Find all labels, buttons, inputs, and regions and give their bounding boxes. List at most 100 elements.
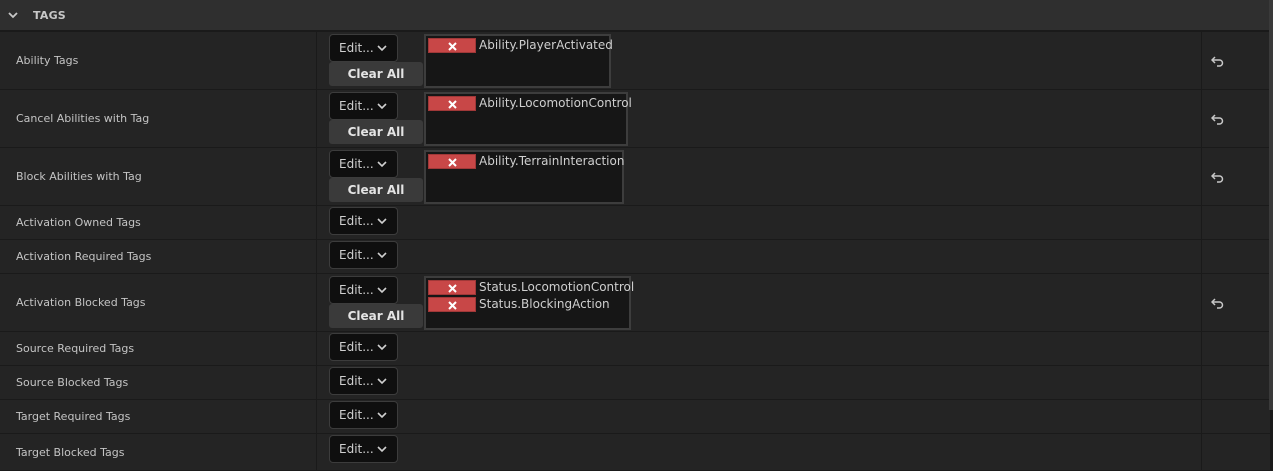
property-row: Activation Blocked Tags Edit... Clear All S… bbox=[0, 274, 1270, 332]
column-divider bbox=[1201, 332, 1202, 365]
close-icon bbox=[448, 301, 457, 310]
column-divider bbox=[316, 148, 317, 205]
clear-all-button[interactable]: Clear All bbox=[329, 178, 423, 202]
edit-tags-dropdown[interactable]: Edit... bbox=[329, 333, 398, 361]
edit-tags-dropdown[interactable]: Edit... bbox=[329, 207, 398, 235]
column-divider bbox=[316, 332, 317, 365]
tag-container: Status.LocomotionControl Status.BlockingA… bbox=[424, 276, 634, 330]
edit-dropdown-label: Edit... bbox=[339, 157, 374, 171]
column-divider bbox=[316, 206, 317, 239]
tag-name: Ability.PlayerActivated bbox=[479, 38, 613, 52]
clear-all-button[interactable]: Clear All bbox=[329, 62, 423, 86]
column-divider bbox=[1201, 206, 1202, 239]
column-divider bbox=[316, 434, 317, 470]
edit-tags-dropdown[interactable]: Edit... bbox=[329, 150, 398, 178]
edit-dropdown-label: Edit... bbox=[339, 214, 374, 228]
property-label: Activation Owned Tags bbox=[16, 216, 141, 229]
property-label: Activation Blocked Tags bbox=[16, 296, 146, 309]
column-divider bbox=[1201, 434, 1202, 470]
tag-item: Ability.LocomotionControl bbox=[428, 96, 632, 113]
column-divider bbox=[316, 90, 317, 147]
close-icon bbox=[448, 42, 457, 51]
chevron-down-icon bbox=[377, 45, 387, 52]
edit-tags-dropdown[interactable]: Edit... bbox=[329, 435, 398, 463]
chevron-down-icon bbox=[377, 287, 387, 294]
property-row: Target Blocked Tags Edit... bbox=[0, 434, 1270, 471]
chevron-down-icon bbox=[377, 218, 387, 225]
tag-name: Status.LocomotionControl bbox=[479, 280, 635, 294]
chevron-down-icon bbox=[377, 252, 387, 259]
column-divider bbox=[1201, 400, 1202, 433]
remove-tag-button[interactable] bbox=[428, 38, 476, 53]
remove-tag-button[interactable] bbox=[428, 280, 476, 295]
reset-arrow-icon[interactable] bbox=[1211, 113, 1225, 125]
edit-tags-dropdown[interactable]: Edit... bbox=[329, 241, 398, 269]
edit-dropdown-label: Edit... bbox=[339, 442, 374, 456]
reset-arrow-icon[interactable] bbox=[1211, 171, 1225, 183]
chevron-down-icon bbox=[377, 344, 387, 351]
tag-item: Status.LocomotionControl bbox=[428, 280, 634, 297]
edit-dropdown-label: Edit... bbox=[339, 41, 374, 55]
clear-all-button[interactable]: Clear All bbox=[329, 304, 423, 328]
property-row: Ability Tags Edit... Clear All Ability.Play… bbox=[0, 32, 1270, 90]
property-label: Source Blocked Tags bbox=[16, 376, 129, 389]
property-row: Target Required Tags Edit... bbox=[0, 400, 1270, 434]
section-header-tags[interactable]: TAGS bbox=[0, 0, 1273, 31]
property-label: Block Abilities with Tag bbox=[16, 170, 142, 183]
property-row: Activation Required Tags Edit... bbox=[0, 240, 1270, 274]
edit-dropdown-label: Edit... bbox=[339, 99, 374, 113]
edit-dropdown-label: Edit... bbox=[339, 374, 374, 388]
edit-tags-dropdown[interactable]: Edit... bbox=[329, 276, 398, 304]
remove-tag-button[interactable] bbox=[428, 96, 476, 111]
reset-arrow-icon[interactable] bbox=[1211, 55, 1225, 67]
clear-all-button[interactable]: Clear All bbox=[329, 120, 423, 144]
chevron-down-icon bbox=[377, 103, 387, 110]
property-row: Block Abilities with Tag Edit... Clear All… bbox=[0, 148, 1270, 206]
close-icon bbox=[448, 100, 457, 109]
column-divider bbox=[316, 32, 317, 89]
edit-tags-dropdown[interactable]: Edit... bbox=[329, 34, 398, 62]
tag-container: Ability.PlayerActivated bbox=[424, 34, 613, 88]
column-divider bbox=[1201, 90, 1202, 147]
property-row: Source Blocked Tags Edit... bbox=[0, 366, 1270, 400]
reset-arrow-icon[interactable] bbox=[1211, 297, 1225, 309]
column-divider bbox=[1201, 366, 1202, 399]
column-divider bbox=[316, 274, 317, 331]
edit-tags-dropdown[interactable]: Edit... bbox=[329, 367, 398, 395]
edit-tags-dropdown[interactable]: Edit... bbox=[329, 92, 398, 120]
edit-dropdown-label: Edit... bbox=[339, 340, 374, 354]
chevron-down-icon[interactable] bbox=[7, 9, 19, 21]
section-title: TAGS bbox=[33, 9, 66, 22]
edit-dropdown-label: Edit... bbox=[339, 408, 374, 422]
tag-name: Status.BlockingAction bbox=[479, 297, 610, 311]
column-divider bbox=[316, 400, 317, 433]
edit-dropdown-label: Edit... bbox=[339, 283, 374, 297]
tag-item: Ability.PlayerActivated bbox=[428, 38, 613, 55]
tag-name: Ability.TerrainInteraction bbox=[479, 154, 625, 168]
column-divider bbox=[1201, 32, 1202, 89]
column-divider bbox=[1201, 148, 1202, 205]
remove-tag-button[interactable] bbox=[428, 154, 476, 169]
chevron-down-icon bbox=[377, 446, 387, 453]
tag-item: Ability.TerrainInteraction bbox=[428, 154, 624, 171]
property-label: Target Required Tags bbox=[16, 410, 131, 423]
property-row: Source Required Tags Edit... bbox=[0, 332, 1270, 366]
column-divider bbox=[316, 240, 317, 273]
chevron-down-icon bbox=[377, 412, 387, 419]
tag-container: Ability.LocomotionControl bbox=[424, 92, 632, 146]
tag-name: Ability.LocomotionControl bbox=[479, 96, 632, 110]
property-label: Source Required Tags bbox=[16, 342, 135, 355]
property-label: Target Blocked Tags bbox=[16, 446, 125, 459]
remove-tag-button[interactable] bbox=[428, 297, 476, 312]
scrollbar[interactable] bbox=[1269, 0, 1273, 410]
property-row: Activation Owned Tags Edit... bbox=[0, 206, 1270, 240]
property-label: Cancel Abilities with Tag bbox=[16, 112, 150, 125]
chevron-down-icon bbox=[377, 378, 387, 385]
chevron-down-icon bbox=[377, 161, 387, 168]
edit-tags-dropdown[interactable]: Edit... bbox=[329, 401, 398, 429]
edit-dropdown-label: Edit... bbox=[339, 248, 374, 262]
close-icon bbox=[448, 158, 457, 167]
property-label: Ability Tags bbox=[16, 54, 79, 67]
property-row: Cancel Abilities with Tag Edit... Clear Al… bbox=[0, 90, 1270, 148]
close-icon bbox=[448, 284, 457, 293]
